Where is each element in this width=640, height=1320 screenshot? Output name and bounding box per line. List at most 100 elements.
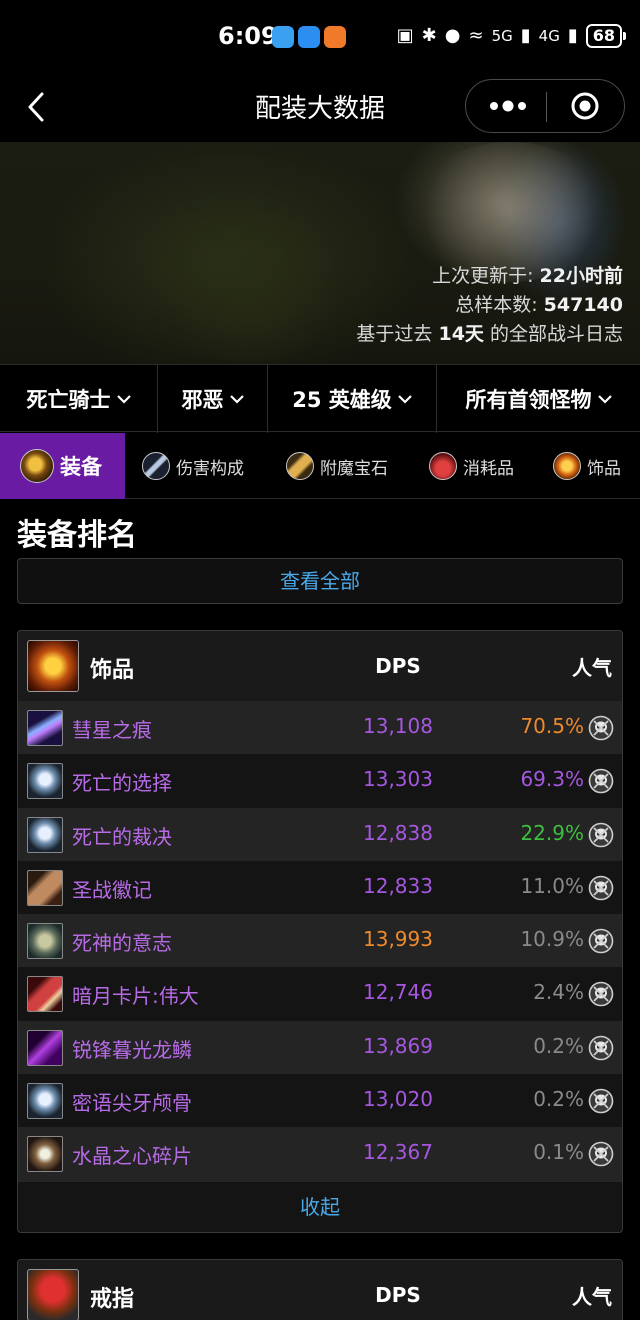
comet-icon [27,710,63,746]
item-popularity: 0.2% [533,1033,584,1058]
chevron-down-icon [397,395,412,404]
item-popularity: 10.9% [520,927,584,952]
signal-5g-label: 5G [491,27,513,45]
filter-label: 邪恶 [181,388,224,412]
skull-badge-icon [588,875,614,901]
item-popularity: 0.2% [533,1087,584,1112]
status-bar: 6:09 ▣ ✱ ● ≈ 5G ▮ 4G ▮ 68 [0,0,640,76]
chevron-down-icon [116,395,131,404]
relic-icon [27,923,63,960]
table-row[interactable]: 暗月卡片:伟大 12,746 2.4% [18,967,622,1021]
filter-label: 所有首领怪物 [465,388,592,412]
item-name[interactable]: 锐锋暮光龙鳞 [72,1034,192,1063]
table-body: 彗星之痕 13,108 70.5% 死亡的选择 13,303 69.3% 死亡的裁决 12,8… [18,701,622,1181]
item-dps: 12,838 [363,820,433,845]
sword-icon [142,452,170,480]
sample-count-line: 总样本数: 547140 [455,294,623,316]
scroll-icon [286,452,314,480]
tab-damage-breakdown[interactable]: 伤害构成 [142,433,244,499]
table-header: 戒指 DPS 人气 [18,1260,622,1320]
item-popularity: 69.3% [520,767,584,792]
item-name[interactable]: 密语尖牙颅骨 [72,1087,192,1116]
item-name[interactable]: 死亡的选择 [72,767,172,796]
item-dps: 13,869 [363,1033,433,1058]
column-header-popularity: 人气 [572,656,612,680]
collapse-button[interactable]: 收起 [18,1180,622,1232]
skull-badge-icon [588,768,614,794]
clock: 6:09 [218,22,278,50]
item-name[interactable]: 死亡的裁决 [72,821,172,850]
table-row[interactable]: 圣战徽记 12,833 11.0% [18,860,622,915]
skull-badge-icon [588,982,614,1007]
item-name[interactable]: 暗月卡片:伟大 [72,980,199,1009]
data-basis-line: 基于过去 14天 的全部战斗日志 [356,323,623,345]
skull-badge-icon [588,1088,614,1114]
filter-label: 死亡骑士 [26,388,111,412]
filter-bar: 死亡骑士 邪恶 25 英雄级 所有首领怪物 [0,364,640,433]
skull-badge-icon [588,1035,614,1061]
trinket-icon [553,452,581,480]
column-header-popularity: 人气 [572,1285,612,1309]
item-dps: 13,020 [363,1087,433,1112]
banner-artwork [150,212,350,362]
update-time-line: 上次更新于: 22小时前 [432,265,623,287]
scale-icon [27,1029,63,1066]
nfc-icon: ▣ [396,25,414,46]
table-row[interactable]: 密语尖牙颅骨 13,020 0.2% [18,1074,622,1128]
chevron-down-icon [597,395,612,404]
item-name[interactable]: 死神的意志 [72,927,172,956]
skull-badge-icon [588,928,614,954]
column-header-dps: DPS [375,1283,421,1307]
trinket-ranking-table: 饰品 DPS 人气 彗星之痕 13,108 70.5% 死亡的选择 13,303 69.3… [17,630,623,1233]
tab-gear[interactable]: 装备 [0,433,125,499]
tab-consumables[interactable]: 消耗品 [429,433,514,499]
tab-label: 伤害构成 [176,458,244,479]
tab-label: 饰品 [587,458,621,479]
item-name[interactable]: 水晶之心碎片 [72,1140,192,1169]
item-dps: 13,993 [363,927,433,952]
item-dps: 12,746 [363,980,433,1005]
spec-filter[interactable]: 邪恶 [158,365,267,433]
item-dps: 13,108 [363,714,433,738]
status-icons: ▣ ✱ ● ≈ 5G ▮ 4G ▮ 68 [396,24,627,48]
ring-ranking-table: 戒指 DPS 人气 [17,1259,623,1320]
chevron-down-icon [229,395,244,404]
trinket-category-icon [27,640,79,692]
table-row[interactable]: 死神的意志 13,993 10.9% [18,914,622,968]
filter-label: 25 英雄级 [292,388,392,412]
banner-stats: 上次更新于: 22小时前 总样本数: 547140 基于过去 14天 的全部战斗… [356,262,623,349]
column-header-dps: DPS [375,654,421,678]
boss-filter[interactable]: 所有首领怪物 [437,365,640,433]
more-icon[interactable] [486,94,530,118]
banner-artwork [410,142,610,282]
class-filter[interactable]: 死亡骑士 [0,365,157,433]
item-dps: 13,303 [363,767,433,792]
gear-orb-icon [20,449,54,483]
nav-bar: 配装大数据 [0,76,640,140]
table-row[interactable]: 锐锋暮光龙鳞 13,869 0.2% [18,1020,622,1075]
item-dps: 12,367 [363,1140,433,1165]
close-mini-program-icon[interactable] [570,91,600,121]
section-title: 装备排名 [17,518,137,553]
weather-app-icon [272,26,294,48]
capsule-divider [546,92,547,122]
location-icon: ● [444,25,461,46]
hero-banner: 上次更新于: 22小时前 总样本数: 547140 基于过去 14天 的全部战斗… [0,142,640,364]
mini-program-capsule [465,79,625,133]
skull-icon [27,763,63,800]
tab-label: 附魔宝石 [320,458,388,479]
tab-trinkets[interactable]: 饰品 [553,433,621,499]
difficulty-filter[interactable]: 25 英雄级 [268,365,436,433]
item-name[interactable]: 彗星之痕 [72,714,152,743]
table-header: 饰品 DPS 人气 [18,631,622,701]
crystal-icon [27,1136,63,1173]
table-row[interactable]: 水晶之心碎片 12,367 0.1% [18,1127,622,1181]
tab-enchants-gems[interactable]: 附魔宝石 [286,433,388,499]
table-row[interactable]: 死亡的选择 13,303 69.3% [18,754,622,808]
tab-label: 消耗品 [463,458,514,479]
view-all-button[interactable]: 查看全部 [17,558,623,604]
table-row[interactable]: 彗星之痕 13,108 70.5% [18,701,622,755]
search-app-icon [298,26,320,48]
table-row[interactable]: 死亡的裁决 12,838 22.9% [18,807,622,861]
item-name[interactable]: 圣战徽记 [72,874,152,903]
